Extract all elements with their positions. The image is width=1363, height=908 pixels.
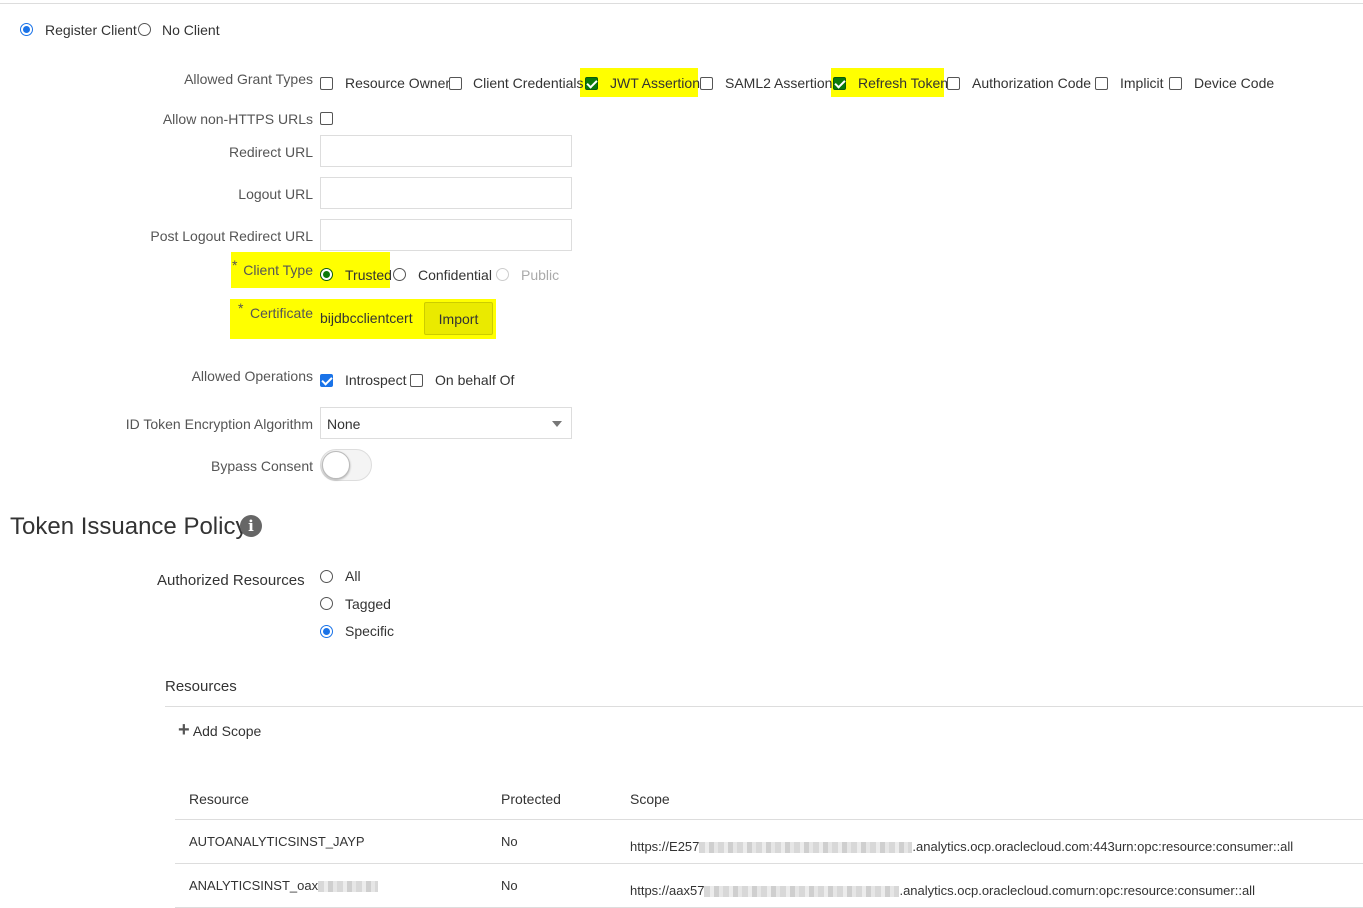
on-behalf-of-checkbox[interactable] [410,374,423,387]
id-token-encryption-label: ID Token Encryption Algorithm [125,416,313,432]
client-type-confidential-label: Confidential [418,267,492,283]
grant-refresh-token-checkbox[interactable] [833,77,846,90]
resource-cell: ANALYTICSINST_oax [189,878,379,893]
post-logout-url-label: Post Logout Redirect URL [150,228,313,244]
scope-prefix: https://E257 [630,839,700,854]
certificate-value: bijdbcclientcert [320,310,413,326]
toggle-knob [322,451,350,479]
client-type-label: Client Type [243,262,313,278]
grant-label: Implicit [1120,75,1164,91]
column-header: Resource [189,791,249,807]
logout-url-input[interactable] [320,177,572,209]
divider [165,706,1363,707]
grant-label: SAML2 Assertion [725,75,833,91]
resources-title: Resources [165,678,237,695]
redirect-url-label: Redirect URL [228,144,313,160]
on-behalf-of-label: On behalf Of [435,372,515,388]
non-https-label: Allow non-HTTPS URLs [162,111,313,127]
auth-specific-radio[interactable] [320,625,333,638]
no-client-radio[interactable] [138,23,151,36]
post-logout-url-input[interactable] [320,219,572,251]
client-type-trusted-radio[interactable] [320,268,333,281]
redacted-text [318,881,379,893]
grant-label: Authorization Code [972,75,1092,91]
grant-label: Resource Owner [345,75,451,91]
add-scope-label: Add Scope [192,723,262,739]
grant-label: Refresh Token [858,75,949,91]
redacted-text [704,886,900,898]
auth-tagged-radio[interactable] [320,597,333,610]
certificate-label: Certificate [249,305,313,321]
logout-url-label: Logout URL [238,186,313,202]
introspect-checkbox[interactable] [320,374,333,387]
column-header: Scope [630,791,670,807]
grant-client-credentials-checkbox[interactable] [449,77,462,90]
redacted-text [699,842,913,854]
info-icon[interactable]: i [240,515,262,537]
plus-icon: + [178,719,190,741]
introspect-label: Introspect [345,372,407,388]
grant-authorization-code-checkbox[interactable] [947,77,960,90]
grant-device-code-checkbox[interactable] [1169,77,1182,90]
no-client-label: No Client [162,22,220,38]
grant-label: Client Credentials [473,75,584,91]
scope-suffix: .analytics.ocp.oraclecloud.comurn:opc:re… [899,883,1255,898]
top-divider [0,3,1363,4]
client-type-trusted-label: Trusted [345,267,392,283]
non-https-checkbox[interactable] [320,112,333,125]
auth-option-label: Specific [345,623,395,639]
client-type-public-label: Public [521,267,560,283]
protected-cell: No [501,878,518,893]
client-type-confidential-radio[interactable] [393,268,406,281]
section-title: Token Issuance Policy [10,513,248,540]
row-divider [175,819,1363,820]
grant-jwt-assertion-checkbox[interactable] [585,77,598,90]
resource-cell: AUTOANALYTICSINST_JAYP [189,834,365,849]
bypass-consent-label: Bypass Consent [211,458,313,474]
scope-cell: https://E257 .analytics.ocp.oraclecloud.c… [630,839,1293,854]
grant-saml2-checkbox[interactable] [700,77,713,90]
authorized-resources-label: Authorized Resources [157,572,305,589]
resource-name: ANALYTICSINST_oax [189,878,319,893]
scope-cell: https://aax57 .analytics.ocp.oraclecloud.… [630,883,1255,898]
column-header: Protected [501,791,561,807]
auth-option-label: All [345,568,361,584]
bypass-consent-toggle[interactable] [320,449,372,481]
id-token-encryption-select[interactable]: None [320,407,572,439]
client-type-public-radio[interactable] [496,268,509,281]
redirect-url-input[interactable] [320,135,572,167]
auth-all-radio[interactable] [320,570,333,583]
protected-cell: No [501,834,518,849]
allowed-operations-label: Allowed Operations [191,368,313,384]
required-marker: * [238,300,244,316]
grant-types-label: Allowed Grant Types [184,71,313,87]
scope-suffix: .analytics.ocp.oraclecloud.com:443urn:op… [912,839,1294,854]
grant-resource-owner-checkbox[interactable] [320,77,333,90]
required-marker: * [232,257,238,273]
chevron-down-icon [552,421,562,427]
register-client-label: Register Client [45,22,137,38]
grant-label: JWT Assertion [610,75,700,91]
import-button[interactable]: Import [424,302,493,335]
add-scope-button[interactable]: + Add Scope [178,720,262,740]
scope-prefix: https://aax57 [630,883,705,898]
register-client-radio[interactable] [20,23,33,36]
grant-implicit-checkbox[interactable] [1095,77,1108,90]
auth-option-label: Tagged [345,596,391,612]
id-token-encryption-value: None [327,416,361,432]
grant-label: Device Code [1194,75,1275,91]
row-divider [175,863,1363,864]
